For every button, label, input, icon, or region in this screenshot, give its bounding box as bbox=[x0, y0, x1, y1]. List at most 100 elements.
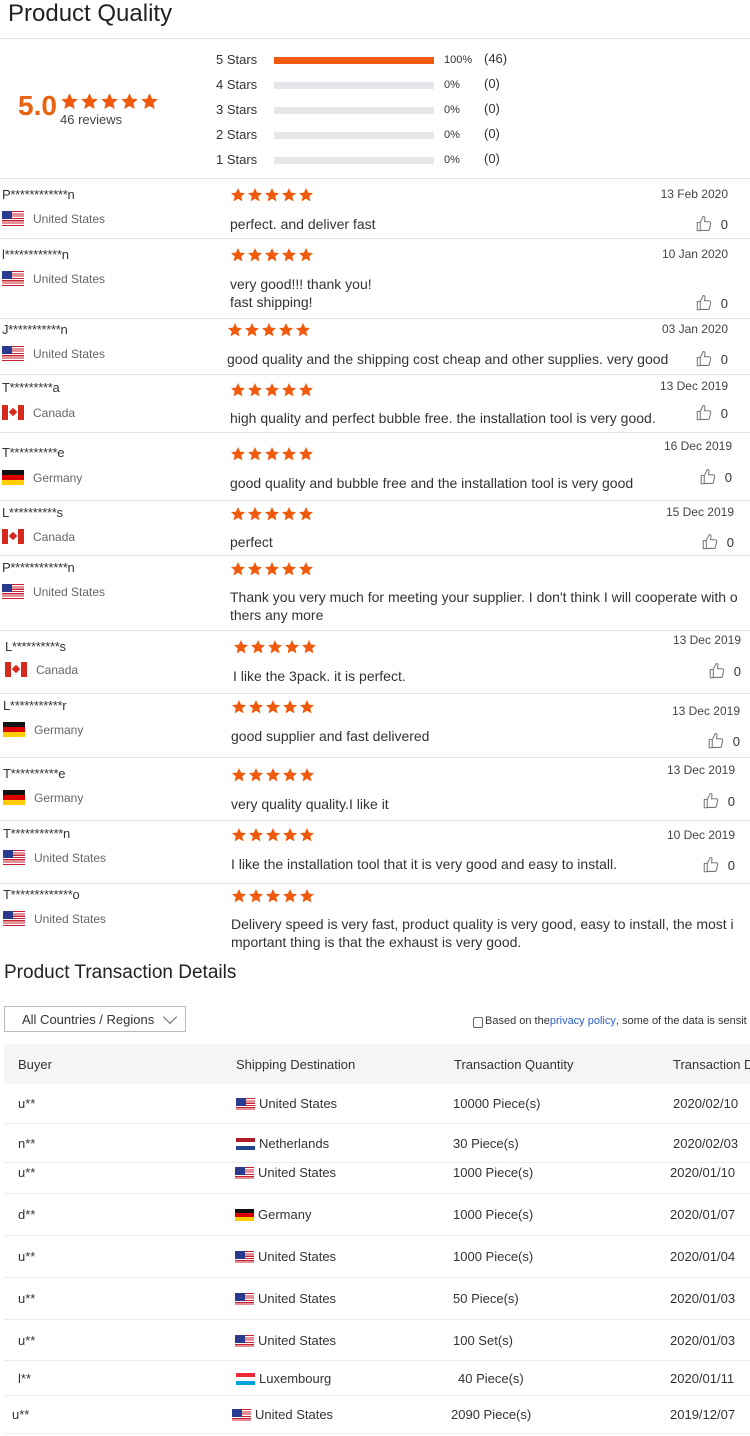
buyer-cell: u** bbox=[18, 1096, 35, 1111]
reviewer-country: United States bbox=[2, 346, 105, 361]
distribution-percent: 0% bbox=[444, 104, 460, 116]
column-header-quantity: Transaction Quantity bbox=[454, 1057, 574, 1072]
like-button[interactable]: 0 bbox=[695, 294, 728, 312]
star-icon bbox=[264, 561, 280, 577]
review-date: 15 Dec 2019 bbox=[665, 505, 734, 519]
star-icon bbox=[248, 827, 264, 843]
star-icon bbox=[230, 187, 246, 203]
destination-cell-text: United States bbox=[259, 1096, 338, 1111]
quantity-cell-text: 40 Piece(s) bbox=[458, 1371, 524, 1386]
like-button[interactable]: 0 bbox=[708, 662, 741, 680]
like-button[interactable]: 0 bbox=[695, 215, 728, 233]
country-name: United States bbox=[33, 346, 106, 361]
like-button[interactable]: 0 bbox=[695, 404, 728, 422]
country-name: United States bbox=[33, 271, 106, 286]
date-cell-text: 2020/01/03 bbox=[670, 1333, 736, 1348]
column-header-date: Transaction D bbox=[673, 1057, 750, 1072]
destination-cell: Germany bbox=[235, 1207, 311, 1222]
thumbs-up-icon bbox=[695, 294, 713, 312]
like-count: 0 bbox=[720, 405, 728, 421]
star-icon bbox=[298, 446, 314, 462]
destination-cell: United States bbox=[235, 1165, 336, 1180]
date-cell-text: 2020/01/03 bbox=[670, 1291, 736, 1306]
quantity-cell: 1000 Piece(s) bbox=[453, 1249, 533, 1264]
distribution-row-5[interactable]: 5 Stars 100% (46) bbox=[216, 50, 536, 70]
reviewer-name: T**********e bbox=[2, 445, 65, 460]
reviewer-country: United States bbox=[2, 584, 105, 599]
review-star-rating bbox=[233, 639, 317, 655]
reviewer-name: T*********a bbox=[2, 380, 60, 395]
star-icon bbox=[247, 382, 263, 398]
date-cell: 2020/01/04 bbox=[670, 1249, 735, 1264]
distribution-bar bbox=[274, 132, 434, 139]
like-button[interactable]: 0 bbox=[695, 350, 728, 368]
review-text: good quality and the shipping cost cheap… bbox=[227, 351, 669, 367]
canada-flag-icon bbox=[2, 405, 24, 420]
star-icon bbox=[231, 699, 247, 715]
destination-cell-text: Luxembourg bbox=[259, 1371, 332, 1386]
star-icon bbox=[230, 561, 246, 577]
thumbs-up-icon bbox=[702, 792, 720, 810]
like-button[interactable]: 0 bbox=[707, 732, 740, 750]
review-star-rating bbox=[231, 827, 315, 843]
privacy-policy-link[interactable]: privacy policy bbox=[550, 1015, 616, 1027]
buyer-cell-text: u** bbox=[18, 1333, 36, 1348]
distribution-percent: 100% bbox=[444, 54, 473, 66]
date-cell-text: 2020/01/07 bbox=[670, 1207, 736, 1222]
quantity-cell: 100 Set(s) bbox=[453, 1333, 513, 1348]
like-button[interactable]: 0 bbox=[702, 856, 735, 874]
buyer-cell-text: n** bbox=[18, 1136, 36, 1151]
distribution-row-2[interactable]: 2 Stars 0% (0) bbox=[216, 125, 536, 145]
star-icon bbox=[247, 561, 263, 577]
star-icon bbox=[248, 767, 264, 783]
reviewer-country: United States bbox=[3, 850, 106, 865]
star-icon bbox=[80, 92, 99, 111]
distribution-row-4[interactable]: 4 Stars 0% (0) bbox=[216, 75, 536, 95]
thumbs-up-icon bbox=[695, 350, 713, 368]
quantity-cell-text: 2090 Piece(s) bbox=[451, 1407, 532, 1422]
review-item: L**********s Canada 15 Dec 2019 perfect … bbox=[0, 501, 750, 556]
column-header-destination: Shipping Destination bbox=[236, 1057, 356, 1072]
thumbs-up-icon bbox=[701, 533, 719, 551]
star-icon bbox=[230, 247, 246, 263]
star-icon bbox=[284, 639, 300, 655]
review-item: T***********n United States 10 Dec 2019 … bbox=[0, 821, 750, 884]
distribution-percent: 0% bbox=[444, 79, 460, 91]
country-name: United States bbox=[34, 850, 107, 865]
country-filter-dropdown[interactable]: All Countries / Regions bbox=[4, 1006, 186, 1032]
distribution-row-1[interactable]: 1 Stars 0% (0) bbox=[216, 150, 536, 170]
table-row: n** Netherlands 30 Piece(s) 2020/02/03 bbox=[4, 1124, 750, 1163]
star-icon bbox=[295, 322, 311, 338]
review-item: J***********n United States 03 Jan 2020 … bbox=[0, 319, 750, 375]
reviewer-country: Germany bbox=[2, 470, 82, 485]
review-text: Thank you very much for meeting your sup… bbox=[230, 589, 738, 623]
buyer-cell: u** bbox=[18, 1291, 35, 1306]
star-icon bbox=[100, 92, 119, 111]
date-cell: 2019/12/07 bbox=[670, 1407, 735, 1422]
star-icon bbox=[264, 446, 280, 462]
reviewer-country: Germany bbox=[3, 722, 83, 737]
transaction-table-header: Buyer Shipping Destination Transaction Q… bbox=[4, 1044, 750, 1084]
like-button[interactable]: 0 bbox=[699, 468, 732, 486]
like-button[interactable]: 0 bbox=[702, 792, 735, 810]
distribution-bar bbox=[274, 82, 434, 89]
review-star-rating bbox=[231, 767, 315, 783]
star-icon bbox=[265, 767, 281, 783]
distribution-label: 2 Stars bbox=[216, 127, 258, 142]
table-row: d** Germany 1000 Piece(s) 2020/01/07 bbox=[4, 1194, 750, 1236]
destination-cell: United States bbox=[235, 1249, 336, 1264]
like-button[interactable]: 0 bbox=[701, 533, 734, 551]
reviewer-country: United States bbox=[3, 911, 106, 926]
star-icon bbox=[299, 827, 315, 843]
quantity-cell-text: 30 Piece(s) bbox=[453, 1136, 519, 1151]
thumbs-up-icon bbox=[707, 732, 725, 750]
date-cell-text: 2020/01/11 bbox=[670, 1371, 735, 1386]
like-count: 0 bbox=[724, 469, 732, 485]
buyer-cell-text: u** bbox=[18, 1165, 36, 1180]
star-icon bbox=[299, 888, 315, 904]
star-icon bbox=[267, 639, 283, 655]
column-header-buyer: Buyer bbox=[18, 1057, 52, 1072]
review-date: 13 Dec 2019 bbox=[671, 704, 740, 718]
star-icon bbox=[140, 92, 159, 111]
distribution-row-3[interactable]: 3 Stars 0% (0) bbox=[216, 100, 536, 120]
